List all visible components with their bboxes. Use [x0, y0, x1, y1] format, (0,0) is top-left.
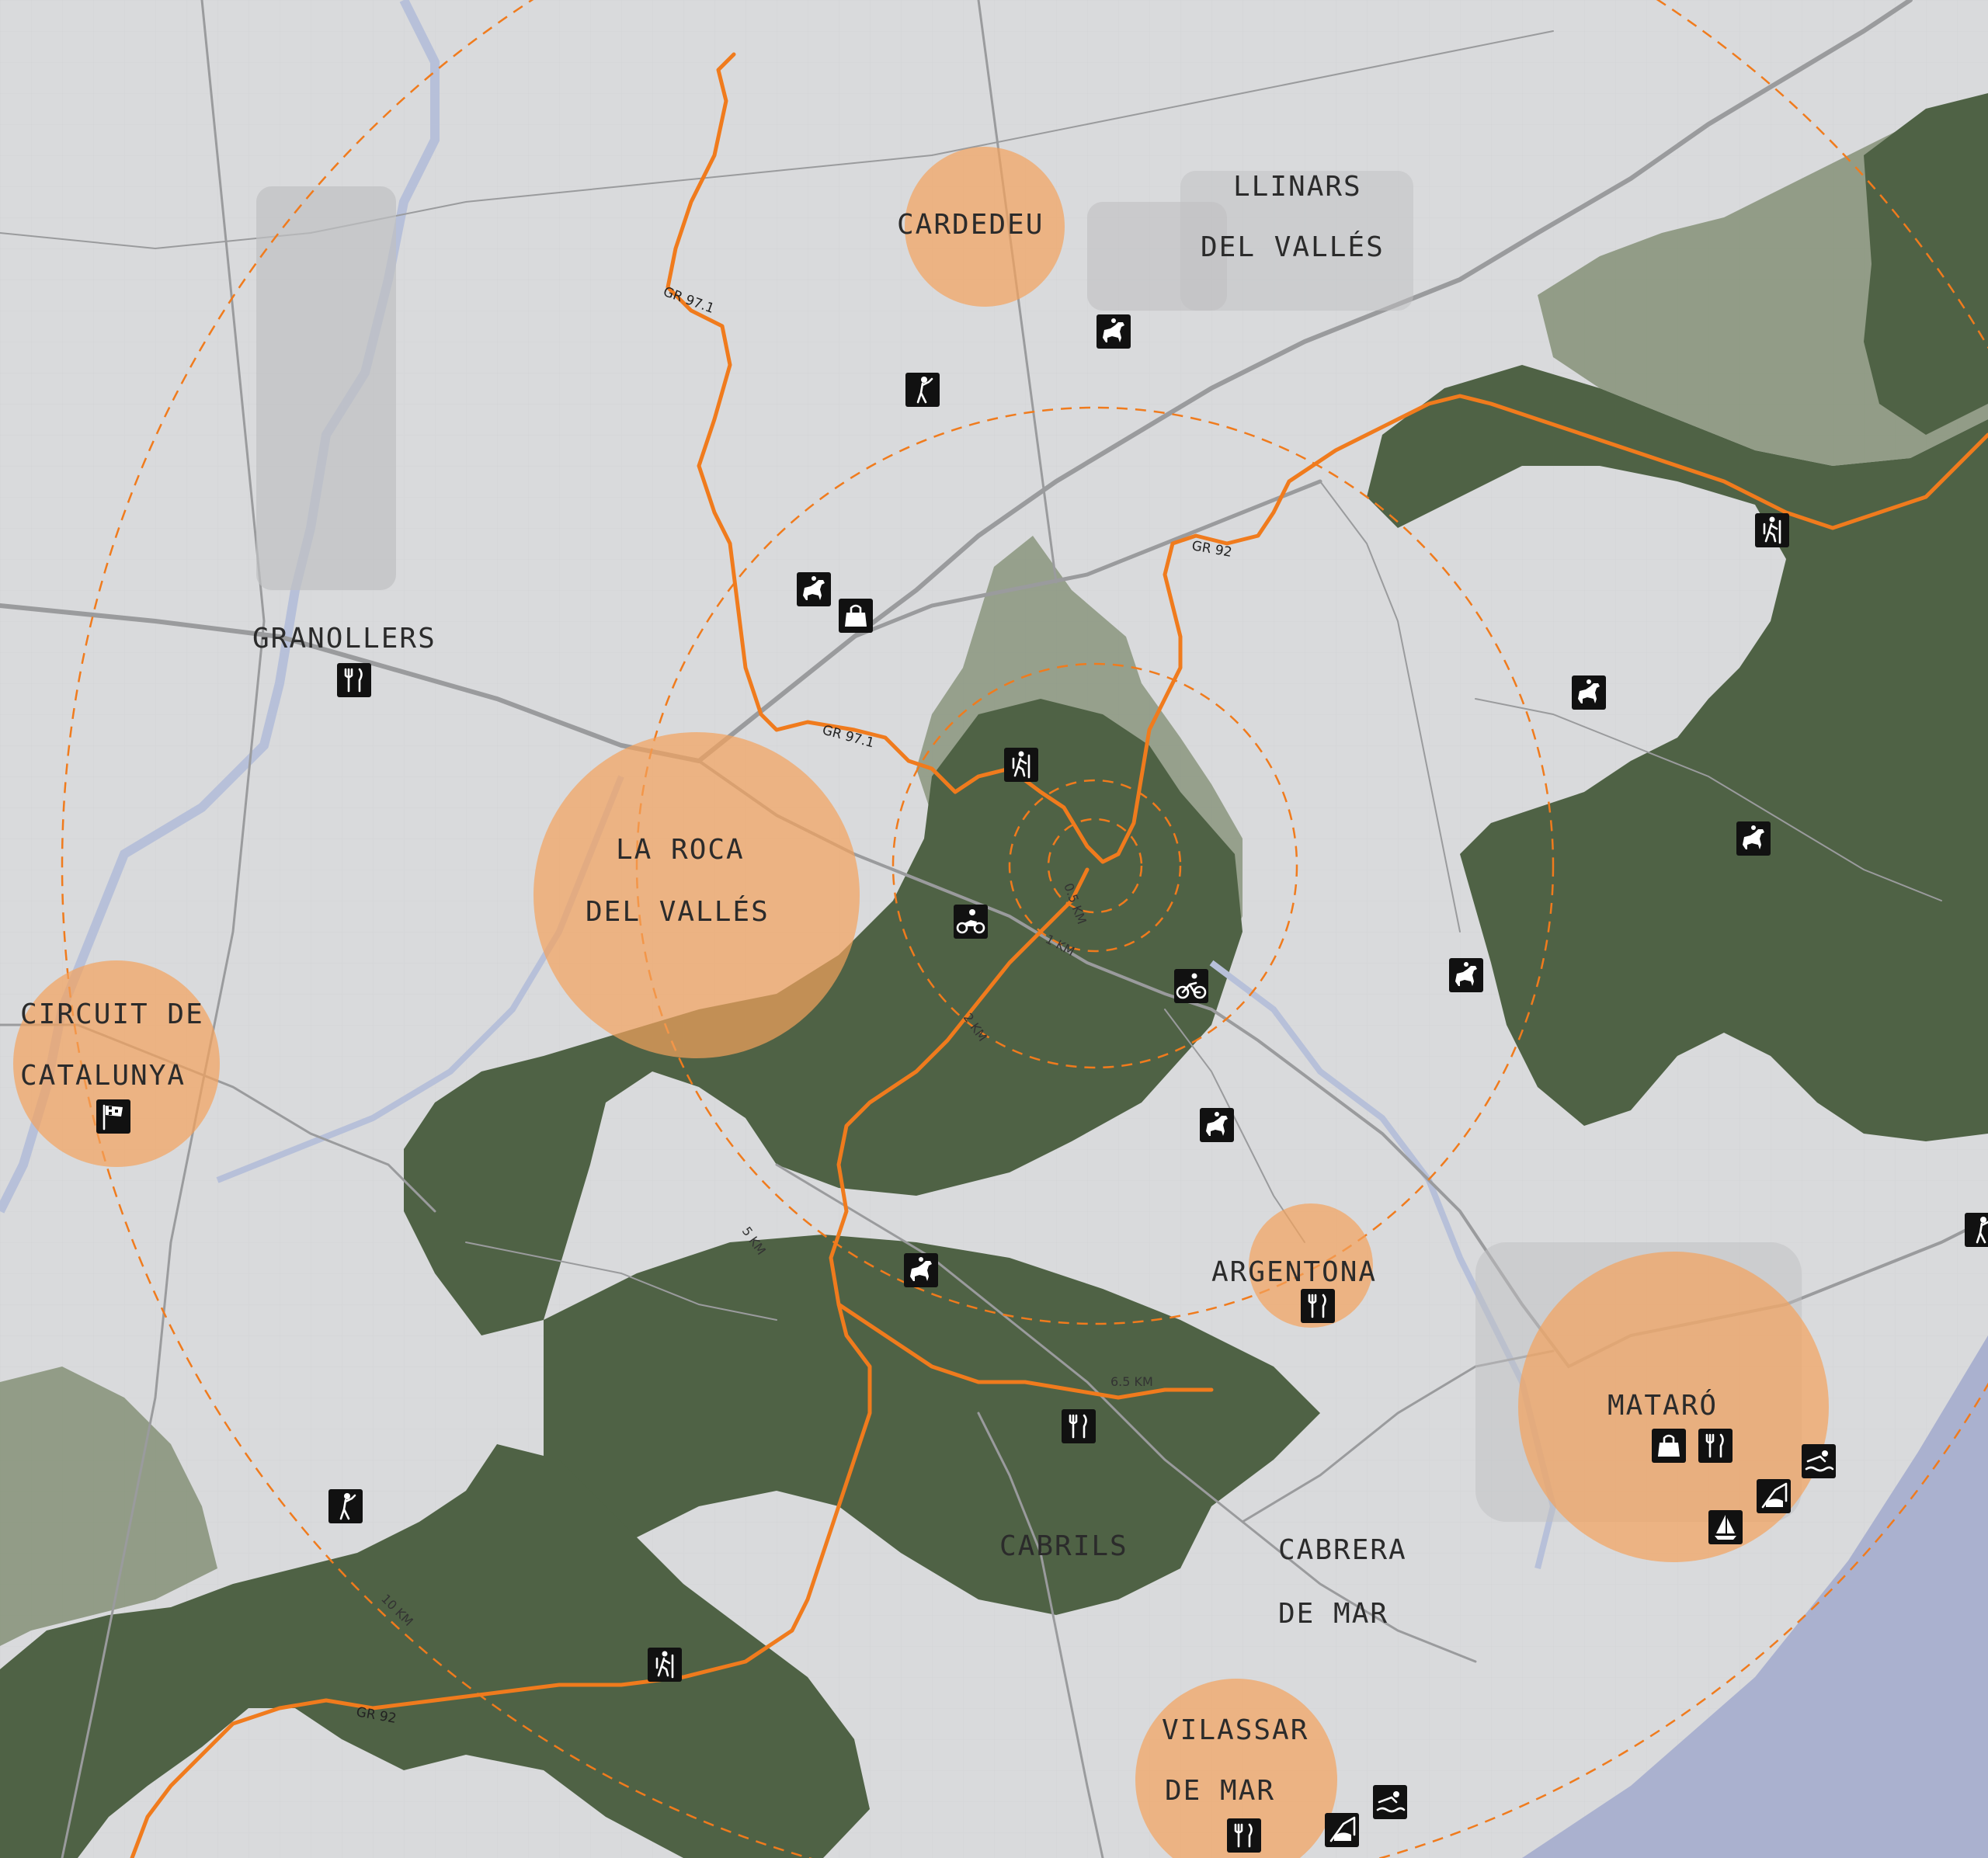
town-label-circuit: CIRCUIT DE [20, 998, 204, 1030]
horse-riding-icon[interactable] [904, 1253, 938, 1287]
cycling-icon[interactable] [1174, 969, 1208, 1003]
town-label-vilassar-2: DE MAR [1165, 1775, 1275, 1807]
horse-riding-icon[interactable] [1449, 958, 1483, 992]
sailing-icon[interactable] [1708, 1510, 1743, 1544]
shopping-bag-icon[interactable] [1652, 1429, 1686, 1463]
hiking-icon[interactable] [1004, 748, 1038, 782]
restaurant-icon[interactable] [1301, 1289, 1335, 1323]
golf-icon[interactable] [328, 1489, 363, 1523]
horse-riding-icon[interactable] [1736, 821, 1771, 856]
town-label-cabrera: CABRERA [1278, 1534, 1407, 1566]
restaurant-icon[interactable] [1062, 1409, 1096, 1443]
ring-label-6-5km: 6.5 KM [1110, 1374, 1153, 1389]
horse-riding-icon[interactable] [1097, 314, 1131, 349]
motorbike-icon[interactable] [954, 905, 988, 939]
town-label-la-roca-2: DEL VALLÉS [586, 895, 770, 928]
town-label-vilassar: VILASSAR [1162, 1714, 1309, 1746]
race-flag-icon[interactable] [96, 1099, 130, 1134]
swimming-icon[interactable] [1802, 1444, 1836, 1478]
town-label-cardedeu: CARDEDEU [897, 209, 1044, 241]
hiking-icon[interactable] [1755, 513, 1789, 547]
fishing-icon[interactable] [1757, 1479, 1791, 1513]
golf-icon[interactable] [905, 373, 940, 407]
town-label-circuit-2: CATALUNYA [20, 1060, 186, 1092]
town-label-granollers: GRANOLLERS [252, 623, 436, 655]
fishing-icon[interactable] [1325, 1813, 1359, 1847]
town-label-la-roca: LA ROCA [616, 834, 745, 866]
town-label-llinars-2: DEL VALLÉS [1201, 231, 1385, 263]
hiking-icon[interactable] [648, 1648, 682, 1682]
town-label-llinars: LLINARS [1233, 171, 1362, 203]
restaurant-icon[interactable] [1227, 1818, 1261, 1853]
town-label-argentona: ARGENTONA [1211, 1256, 1377, 1288]
horse-riding-icon[interactable] [1572, 675, 1606, 710]
swimming-icon[interactable] [1373, 1785, 1407, 1819]
town-label-cabrils: CABRILS [999, 1530, 1128, 1562]
golf-icon[interactable] [1965, 1213, 1988, 1247]
restaurant-icon[interactable] [337, 663, 371, 697]
map-canvas[interactable]: 0.5 KM 1 KM 2 KM 5 KM 6.5 KM 10 KM GR 97… [0, 0, 1988, 1858]
restaurant-icon[interactable] [1698, 1429, 1733, 1463]
horse-riding-icon[interactable] [797, 572, 831, 606]
town-label-cabrera-2: DE MAR [1278, 1598, 1388, 1630]
shopping-bag-icon[interactable] [839, 599, 873, 633]
horse-riding-icon[interactable] [1200, 1108, 1234, 1142]
town-label-mataro: MATARÓ [1607, 1389, 1718, 1422]
